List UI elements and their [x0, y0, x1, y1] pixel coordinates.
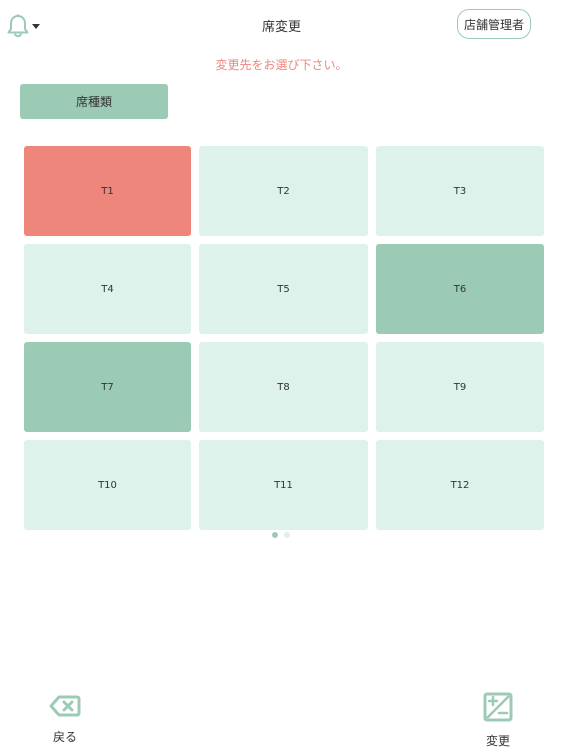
back-label: 戻る	[52, 730, 77, 744]
table-label: T4	[101, 283, 114, 295]
table-label: T9	[453, 381, 467, 393]
change-label: 変更	[485, 734, 510, 748]
table-label: T6	[453, 283, 467, 295]
store-admin-button[interactable]: 店舗管理者	[457, 9, 531, 39]
seat-type-button[interactable]: 席種類	[20, 84, 168, 119]
table-label: T5	[277, 283, 290, 295]
plus-minus-icon	[483, 692, 513, 726]
table-cell-t9[interactable]: T9	[376, 342, 544, 432]
table-cell-t3[interactable]: T3	[376, 146, 544, 236]
table-cell-t10[interactable]: T10	[24, 440, 191, 530]
change-button[interactable]: 変更	[472, 692, 524, 749]
table-cell-t7[interactable]: T7	[24, 342, 191, 432]
back-button[interactable]: 戻る	[40, 694, 90, 745]
table-grid: T1 T2 T3 T4 T5 T6 T7 T8 T9 T10 T11 T12	[24, 146, 544, 530]
table-cell-t8[interactable]: T8	[199, 342, 368, 432]
table-cell-t11[interactable]: T11	[199, 440, 368, 530]
table-label: T8	[277, 381, 290, 393]
header: 席変更 店舗管理者	[0, 0, 563, 48]
table-label: T7	[101, 381, 114, 393]
table-label: T2	[277, 185, 290, 197]
backspace-icon	[49, 694, 81, 722]
table-label: T1	[101, 185, 114, 197]
table-label: T3	[453, 185, 467, 197]
table-label: T12	[450, 479, 470, 491]
table-cell-t12[interactable]: T12	[376, 440, 544, 530]
table-cell-t6[interactable]: T6	[376, 244, 544, 334]
instruction-text: 変更先をお選び下さい。	[215, 58, 348, 72]
table-label: T10	[98, 479, 117, 491]
table-cell-t1[interactable]: T1	[24, 146, 191, 236]
table-label: T11	[274, 479, 293, 491]
page-dot[interactable]	[272, 532, 278, 538]
pagination-dots	[272, 532, 290, 538]
page-dot[interactable]	[284, 532, 290, 538]
table-cell-t2[interactable]: T2	[199, 146, 368, 236]
table-cell-t4[interactable]: T4	[24, 244, 191, 334]
table-cell-t5[interactable]: T5	[199, 244, 368, 334]
